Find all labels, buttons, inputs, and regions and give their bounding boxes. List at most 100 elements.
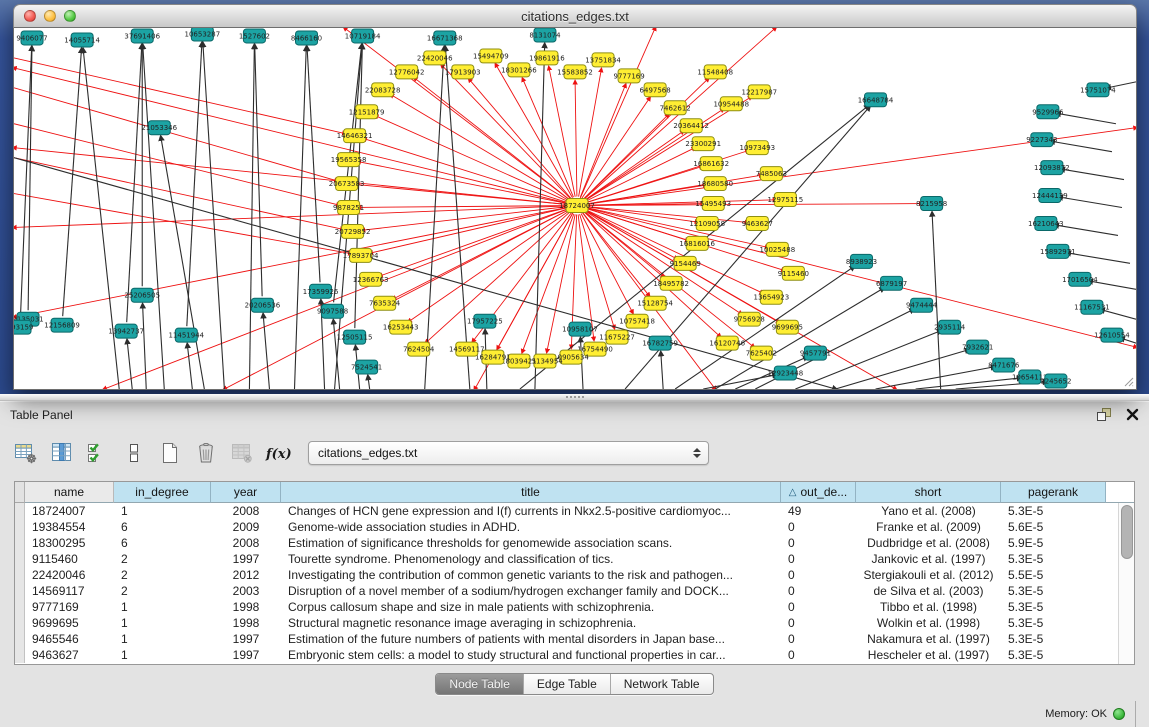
- graph-edge[interactable]: [127, 341, 132, 389]
- graph-node[interactable]: 9777169: [614, 69, 645, 83]
- column-header-name[interactable]: name: [25, 482, 114, 503]
- show-column-icon[interactable]: [44, 435, 80, 471]
- table-row[interactable]: 969969511998Structural magnetic resonanc…: [15, 615, 1134, 631]
- graph-node[interactable]: 17016504: [1062, 272, 1098, 286]
- graph-node[interactable]: 15134954: [527, 354, 563, 368]
- graph-edge[interactable]: [187, 44, 202, 326]
- graph-edge[interactable]: [1060, 197, 1122, 207]
- graph-node[interactable]: 20729852: [335, 224, 371, 238]
- graph-edge[interactable]: [1090, 281, 1136, 289]
- resize-grip-icon[interactable]: [1122, 375, 1134, 387]
- graph-node[interactable]: 16253443: [383, 320, 419, 334]
- graph-edge[interactable]: [577, 28, 655, 206]
- graph-edge[interactable]: [368, 377, 370, 389]
- graph-node[interactable]: 7462612: [660, 101, 691, 115]
- graph-node[interactable]: 14055714: [64, 33, 100, 47]
- create-column-icon[interactable]: [152, 435, 188, 471]
- row-height-icon[interactable]: [116, 435, 152, 471]
- table-row[interactable]: 946362711997Embryonic stem cells: a mode…: [15, 647, 1134, 663]
- select-columns-icon[interactable]: [80, 435, 116, 471]
- graph-node[interactable]: 12217987: [742, 85, 778, 99]
- graph-node[interactable]: 9154469: [670, 256, 701, 270]
- graph-node[interactable]: 20364412: [673, 119, 709, 133]
- graph-node[interactable]: 18495782: [653, 276, 689, 290]
- close-window-button[interactable]: [24, 10, 36, 22]
- vertical-scrollbar[interactable]: [1118, 503, 1134, 664]
- graph-edge[interactable]: [127, 46, 142, 322]
- graph-node[interactable]: 8938923: [846, 254, 877, 268]
- graph-node[interactable]: 9699695: [772, 320, 803, 334]
- tab-node-table[interactable]: Node Table: [436, 674, 524, 694]
- graph-edge[interactable]: [835, 350, 968, 389]
- graph-node[interactable]: 22420046: [417, 51, 453, 65]
- close-icon[interactable]: [1126, 408, 1139, 421]
- graph-edge[interactable]: [1108, 82, 1136, 88]
- graph-edge[interactable]: [1056, 225, 1118, 235]
- table-mode-icon[interactable]: [8, 435, 44, 471]
- column-header-in-degree[interactable]: in_degree: [114, 482, 211, 503]
- graph-node[interactable]: 17913903: [445, 65, 481, 79]
- graph-edge[interactable]: [161, 138, 204, 389]
- graph-node[interactable]: 7624504: [403, 342, 435, 356]
- scrollbar-thumb[interactable]: [1121, 505, 1133, 559]
- graph-edge[interactable]: [14, 68, 577, 206]
- graph-node[interactable]: 9457791: [800, 346, 831, 360]
- graph-node[interactable]: 9227343: [1026, 133, 1057, 147]
- graph-node[interactable]: 10973493: [740, 141, 776, 155]
- graph-node[interactable]: 7485063: [756, 167, 787, 181]
- graph-edge[interactable]: [1058, 113, 1116, 123]
- graph-node[interactable]: 6879197: [876, 276, 907, 290]
- graph-edge[interactable]: [63, 50, 82, 316]
- graph-node[interactable]: 15583852: [557, 65, 593, 79]
- graph-edge[interactable]: [1102, 310, 1136, 319]
- delete-column-icon[interactable]: [188, 435, 224, 471]
- graph-node[interactable]: 6497568: [640, 83, 671, 97]
- graph-node[interactable]: 9878251: [333, 201, 364, 215]
- graph-node[interactable]: 16648784: [858, 93, 894, 107]
- graph-edge[interactable]: [661, 353, 663, 389]
- graph-edge[interactable]: [14, 58, 345, 134]
- graph-edge[interactable]: [83, 50, 119, 389]
- graph-node[interactable]: 10653287: [185, 28, 221, 41]
- graph-node[interactable]: 12093872: [1034, 161, 1070, 175]
- graph-node[interactable]: 11451944: [168, 328, 204, 342]
- graph-node[interactable]: 393159: [14, 320, 33, 334]
- graph-edge[interactable]: [364, 139, 568, 203]
- graph-edge[interactable]: [442, 65, 571, 199]
- graph-edge[interactable]: [409, 211, 570, 322]
- graph-edge[interactable]: [522, 214, 573, 352]
- graph-node[interactable]: 15494709: [473, 49, 509, 63]
- graph-edge[interactable]: [675, 267, 853, 389]
- zoom-window-button[interactable]: [64, 10, 76, 22]
- table-row[interactable]: 946554611997Estimation of the future num…: [15, 631, 1134, 647]
- table-row[interactable]: 2242004622012Investigating the contribut…: [15, 567, 1134, 583]
- graph-node[interactable]: 9245652: [1040, 374, 1071, 388]
- graph-node[interactable]: 12109058: [689, 216, 725, 230]
- graph-node[interactable]: 11548408: [697, 65, 733, 79]
- graph-node[interactable]: 15751074: [1080, 83, 1116, 97]
- graph-node[interactable]: 8215958: [916, 197, 947, 211]
- graph-node[interactable]: 16210643: [1028, 216, 1064, 230]
- graph-node[interactable]: 8466160: [291, 31, 322, 45]
- graph-node[interactable]: 9463627: [742, 216, 773, 230]
- column-header-title[interactable]: title: [281, 482, 781, 503]
- graph-node[interactable]: 12156809: [44, 318, 80, 332]
- network-canvas[interactable]: 18724007 22083728 12151879 14646321 1956…: [13, 28, 1137, 390]
- graph-node[interactable]: 15892971: [1040, 244, 1076, 258]
- graph-node[interactable]: 10757418: [619, 314, 655, 328]
- graph-edge[interactable]: [469, 79, 571, 198]
- graph-edge[interactable]: [143, 305, 147, 389]
- panel-splitter[interactable]: [0, 394, 1149, 401]
- graph-edge[interactable]: [496, 65, 573, 198]
- graph-edge[interactable]: [14, 206, 577, 318]
- graph-edge[interactable]: [295, 48, 307, 389]
- graph-node[interactable]: 19861916: [529, 51, 565, 65]
- graph-node[interactable]: 1527602: [239, 29, 270, 43]
- graph-node[interactable]: 10025488: [760, 242, 796, 256]
- graph-node[interactable]: 8471676: [988, 358, 1019, 372]
- graph-node[interactable]: 18039421: [501, 354, 537, 368]
- graph-edge[interactable]: [586, 175, 762, 204]
- table-row[interactable]: 1456911722003Disruption of a novel membe…: [15, 583, 1134, 599]
- graph-node[interactable]: 9529966: [1032, 105, 1063, 119]
- graph-edge[interactable]: [1062, 169, 1124, 179]
